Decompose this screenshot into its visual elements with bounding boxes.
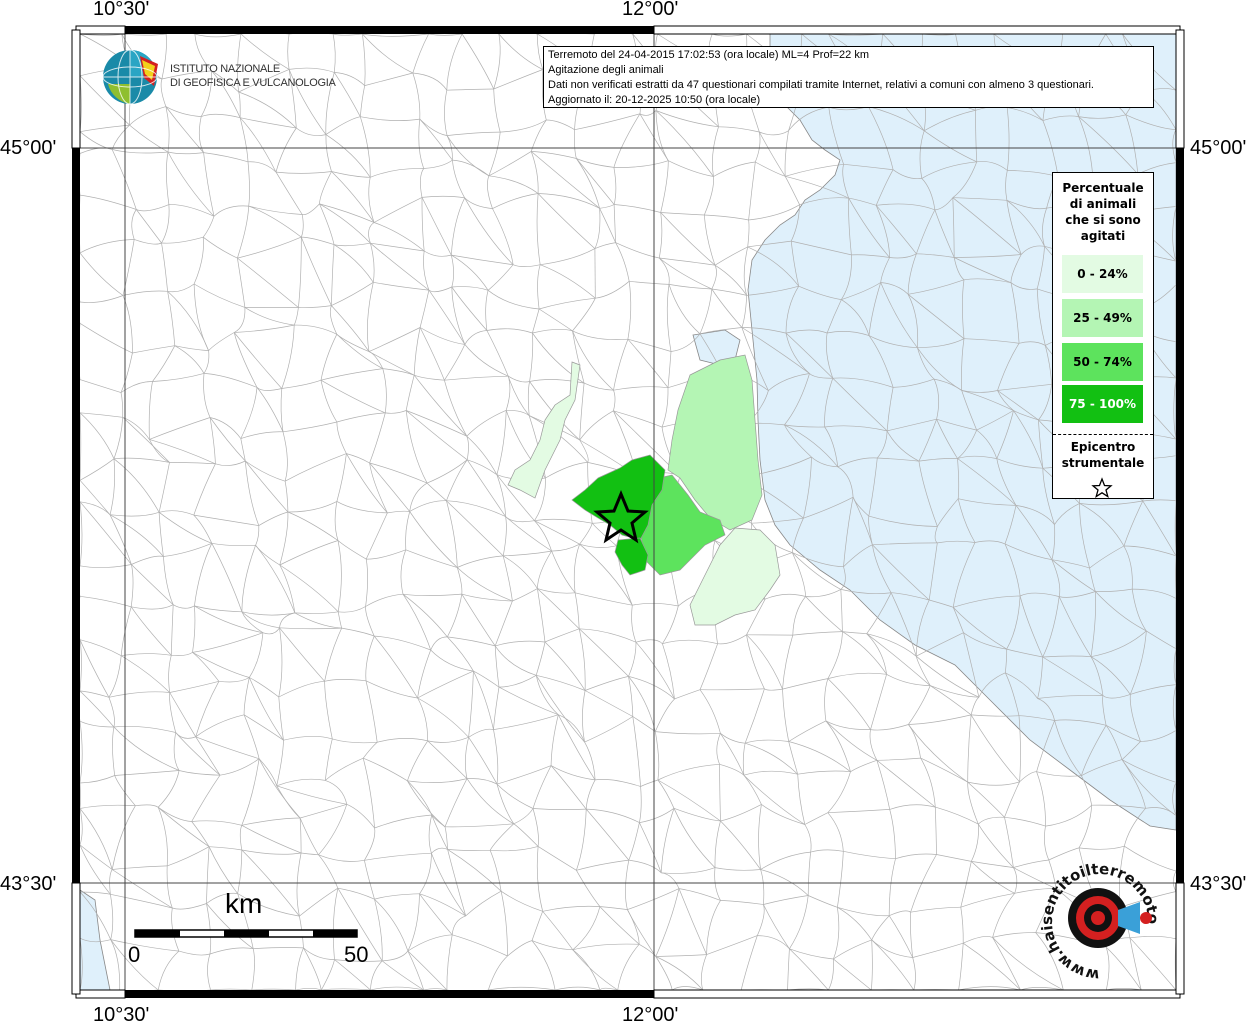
- haisentito-logo-icon: www.haisentitoilterremoto.it: [1040, 862, 1160, 982]
- legend-item-50-74: 50 - 74%: [1062, 343, 1143, 381]
- legend: Percentuale di animali che si sono agita…: [1052, 172, 1154, 499]
- legend-title-line: agitati: [1053, 228, 1153, 244]
- event-info-line4: Aggiornato il: 20-12-2025 10:50 (ora loc…: [548, 93, 1149, 108]
- scale-bar: [135, 930, 357, 937]
- event-info-box: Terremoto del 24-04-2015 17:02:53 (ora l…: [543, 46, 1154, 108]
- lat-label-top-left: 45°00': [0, 137, 56, 160]
- scale-unit: km: [225, 888, 262, 920]
- legend-item-0-24: 0 - 24%: [1062, 255, 1143, 293]
- legend-item-75-100: 75 - 100%: [1062, 385, 1143, 423]
- legend-separator: [1053, 434, 1153, 435]
- legend-epicenter-line: strumentale: [1053, 455, 1153, 471]
- lon-label-top-left: 10°30': [93, 0, 149, 21]
- lat-label-top-right: 45°00': [1190, 137, 1246, 160]
- scale-start: 0: [128, 942, 140, 968]
- legend-title: Percentuale di animali che si sono agita…: [1053, 173, 1153, 244]
- ingv-logo-line1: ISTITUTO NAZIONALE: [170, 62, 336, 76]
- ingv-globe-icon: [100, 48, 164, 106]
- event-info-line3: Dati non verificati estratti da 47 quest…: [548, 78, 1149, 93]
- ingv-logo-line2: DI GEOFISICA E VULCANOLOGIA: [170, 76, 336, 90]
- legend-title-line: Percentuale: [1053, 180, 1153, 196]
- legend-star-icon: [1091, 477, 1113, 499]
- legend-epicenter-label: Epicentro strumentale: [1053, 439, 1153, 471]
- lat-label-bottom-left: 43°30': [0, 873, 56, 896]
- legend-item-label: 75 - 100%: [1069, 397, 1136, 411]
- legend-item-25-49: 25 - 49%: [1062, 299, 1143, 337]
- event-info-line1: Terremoto del 24-04-2015 17:02:53 (ora l…: [548, 48, 1149, 63]
- event-info-line2: Agitazione degli animali: [548, 63, 1149, 78]
- scale-end: 50: [344, 942, 368, 968]
- lat-label-bottom-right: 43°30': [1190, 873, 1246, 896]
- legend-item-label: 0 - 24%: [1077, 267, 1127, 281]
- legend-title-line: che si sono: [1053, 212, 1153, 228]
- legend-item-label: 25 - 49%: [1073, 311, 1132, 325]
- legend-item-label: 50 - 74%: [1073, 355, 1132, 369]
- legend-epicenter-line: Epicentro: [1053, 439, 1153, 455]
- lon-label-top-right: 12°00': [622, 0, 678, 21]
- legend-title-line: di animali: [1053, 196, 1153, 212]
- ingv-logo-text: ISTITUTO NAZIONALE DI GEOFISICA E VULCAN…: [170, 62, 336, 90]
